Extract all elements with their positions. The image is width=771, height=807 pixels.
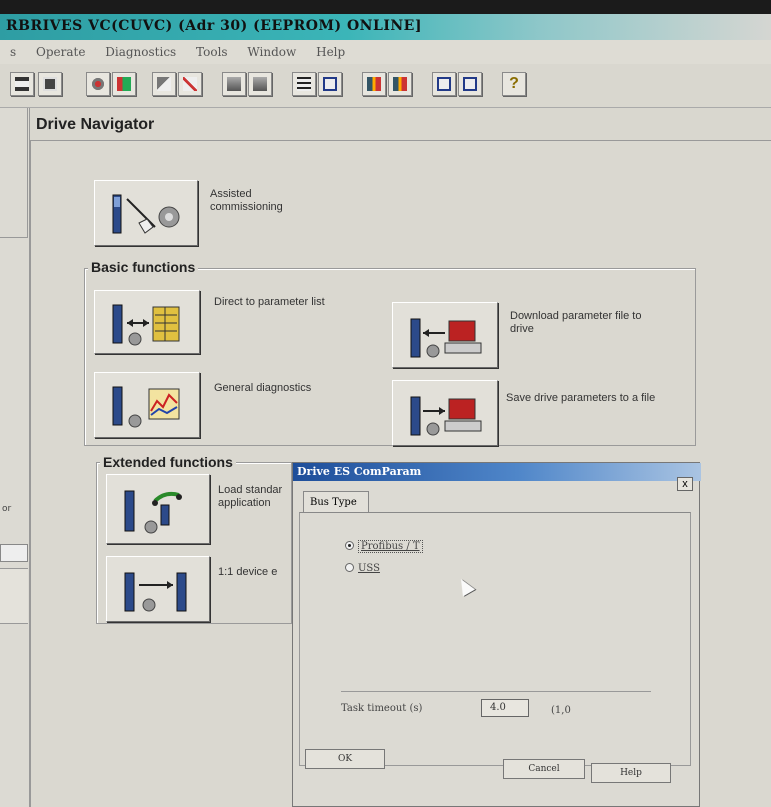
direct-parameter-list-button[interactable]: [94, 290, 200, 354]
radio-unselected-icon: [345, 563, 354, 572]
left-panel: or: [0, 108, 30, 807]
panel-icon[interactable]: [432, 72, 456, 96]
panel-icon-2[interactable]: [458, 72, 482, 96]
screen: RBRIVES VC(CUVC) (Adr 30) (EEPROM) ONLIN…: [0, 0, 771, 807]
assisted-commissioning-button[interactable]: [94, 180, 198, 246]
load-standard-application-button[interactable]: [106, 474, 210, 544]
download-icon[interactable]: [388, 72, 412, 96]
radio-selected-icon: [345, 541, 354, 550]
left-panel-label: or: [2, 504, 12, 514]
general-diagnostics-label: General diagnostics: [214, 382, 312, 394]
table-icon[interactable]: [292, 72, 316, 96]
save-drive-parameters-button[interactable]: [392, 380, 498, 446]
radio-uss-label: USS: [358, 563, 380, 574]
timeout-label: Task timeout (s): [341, 703, 423, 714]
upload-icon[interactable]: [362, 72, 386, 96]
radio-profibus-label: Profibus / T: [358, 540, 423, 553]
parameter-icon[interactable]: [112, 72, 136, 96]
tool-icon[interactable]: [152, 72, 176, 96]
menu-item-s[interactable]: s: [10, 45, 16, 59]
general-diagnostics-button[interactable]: [94, 372, 200, 438]
standard-application-icon: [124, 490, 182, 534]
timeout-input[interactable]: 4.0: [481, 699, 529, 717]
window-title: RBRIVES VC(CUVC) (Adr 30) (EEPROM) ONLIN…: [0, 14, 771, 40]
help-icon[interactable]: ?: [502, 72, 526, 96]
basic-functions-title: Basic functions: [88, 259, 199, 275]
menu-item-window[interactable]: Window: [247, 45, 296, 59]
ok-button[interactable]: OK: [305, 749, 385, 769]
menu-item-help[interactable]: Help: [316, 45, 345, 59]
separator: [341, 691, 651, 692]
chart-icon[interactable]: [178, 72, 202, 96]
assisted-commissioning-label: Assisted commissioning: [210, 188, 283, 213]
download-file-icon: [410, 318, 482, 358]
navigator-title: Drive Navigator: [36, 116, 155, 133]
left-panel-dropdown[interactable]: [0, 544, 28, 562]
menu-item-diagnostics[interactable]: Diagnostics: [105, 45, 176, 59]
radio-uss[interactable]: USS: [345, 563, 380, 574]
left-panel-list[interactable]: [0, 568, 28, 624]
module-icon[interactable]: [38, 72, 62, 96]
toolbar: ?: [0, 64, 771, 108]
help-button[interactable]: Help: [591, 763, 671, 783]
download-parameter-file-label: Download parameter file to drive: [510, 310, 642, 335]
device-exchange-button[interactable]: [106, 556, 210, 622]
device-exchange-label: 1:1 device e: [218, 566, 278, 578]
cancel-button[interactable]: Cancel: [503, 759, 585, 779]
save-drive-parameters-label: Save drive parameters to a file: [506, 392, 656, 404]
menu-bar: s Operate Diagnostics Tools Window Help: [0, 40, 771, 64]
menu-item-operate[interactable]: Operate: [36, 45, 85, 59]
drive-icon-2[interactable]: [248, 72, 272, 96]
menu-item-tools[interactable]: Tools: [196, 45, 228, 59]
radio-profibus[interactable]: Profibus / T: [345, 540, 423, 553]
extended-functions-title: Extended functions: [100, 454, 236, 470]
tab-bus-type[interactable]: Bus Type: [303, 491, 369, 513]
commissioning-icon: [112, 194, 180, 234]
load-standard-application-label: Load standar application: [218, 484, 283, 509]
close-icon[interactable]: x: [677, 477, 693, 491]
download-parameter-file-button[interactable]: [392, 302, 498, 368]
left-panel-top: [0, 108, 28, 238]
direct-parameter-list-label: Direct to parameter list: [214, 296, 325, 308]
bezel: [0, 0, 771, 14]
network-icon[interactable]: [10, 72, 34, 96]
gear-icon[interactable]: [86, 72, 110, 96]
save-file-icon: [410, 396, 482, 436]
device-exchange-icon: [124, 572, 187, 612]
parameter-list-icon: [112, 304, 180, 346]
drive-icon[interactable]: [222, 72, 246, 96]
timeout-range: (1,0: [551, 705, 571, 716]
window-icon[interactable]: [318, 72, 342, 96]
diagnostics-icon: [112, 386, 180, 428]
dialog-title: Drive ES ComParam: [293, 463, 701, 481]
comparam-dialog: Drive ES ComParam x Bus Type Profibus / …: [292, 462, 701, 807]
